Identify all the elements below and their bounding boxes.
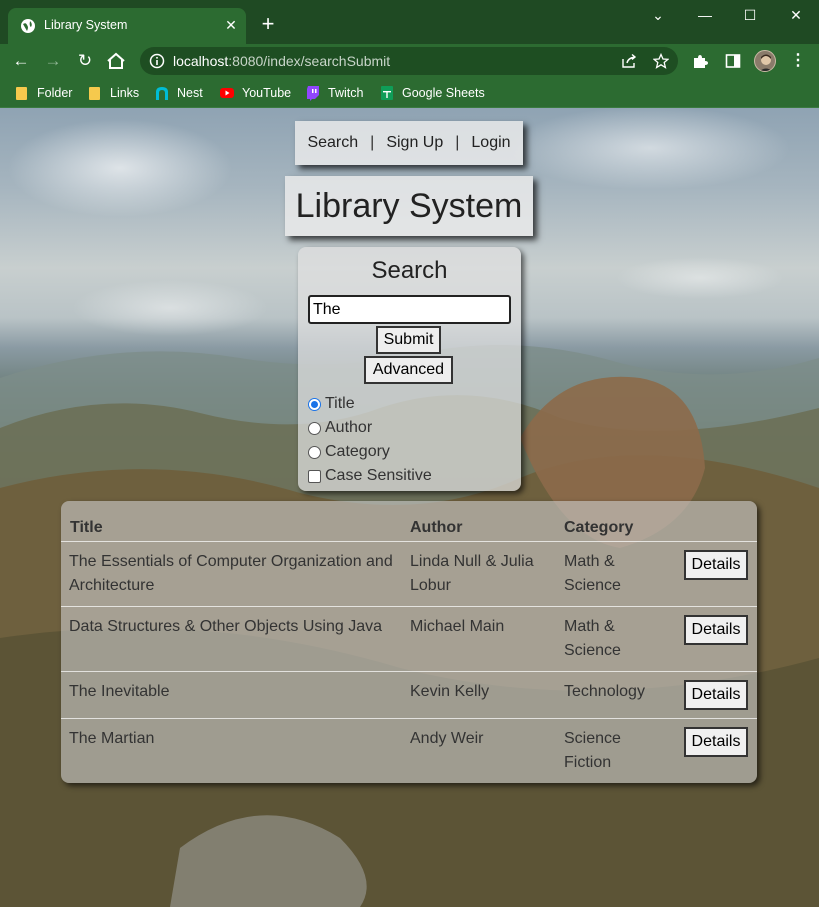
forward-arrow-icon[interactable]: →	[41, 50, 65, 72]
bookmark-label: Google Sheets	[402, 86, 485, 100]
search-by-category-option[interactable]: Category	[308, 442, 390, 462]
results-table: Title Author Category The Essentials of …	[61, 501, 757, 783]
bookmark-label: Folder	[37, 86, 73, 100]
sheets-icon	[381, 86, 393, 100]
title-radio-label: Title	[325, 395, 355, 412]
details-button[interactable]: Details	[684, 727, 748, 757]
row-title: The Inevitable	[69, 683, 170, 700]
tab-title: Library System	[44, 18, 128, 32]
bookmark-twitch[interactable]: Twitch	[305, 83, 363, 103]
tab-close-icon[interactable]: ✕	[222, 16, 240, 34]
folder-icon	[16, 87, 27, 100]
browser-titlebar: Library System ✕ + ⌄ — ☐ ✕	[0, 0, 819, 44]
case-sensitive-checkbox[interactable]	[308, 469, 321, 483]
row-author: Michael Main	[410, 618, 505, 635]
table-row: The Essentials of Computer Organization …	[61, 541, 757, 606]
bookmark-folder[interactable]: Folder	[14, 83, 72, 103]
bookmark-youtube[interactable]: YouTube	[219, 83, 291, 103]
page-title: Library System	[285, 176, 533, 236]
column-header-title: Title	[70, 519, 103, 536]
case-sensitive-option[interactable]: Case Sensitive	[308, 466, 432, 486]
menu-dots-icon[interactable]: ⋮	[788, 50, 808, 72]
row-author: Andy Weir	[410, 730, 484, 747]
url-path: :8080/index/searchSubmit	[228, 53, 391, 69]
bookmark-label: Twitch	[328, 86, 364, 100]
details-button[interactable]: Details	[684, 680, 748, 710]
category-radio[interactable]	[308, 445, 321, 459]
minimize-icon[interactable]: —	[690, 4, 720, 26]
row-title: The Martian	[69, 730, 155, 747]
close-window-icon[interactable]: ✕	[781, 4, 811, 26]
url-text: localhost:8080/index/searchSubmit	[173, 53, 390, 69]
bookmark-nest[interactable]: Nest	[154, 83, 203, 103]
row-author: Kevin Kelly	[410, 683, 490, 700]
search-input[interactable]: The	[308, 295, 511, 324]
profile-face-icon	[760, 54, 772, 71]
nav-separator: |	[370, 134, 375, 151]
search-panel-title: Search	[371, 257, 448, 284]
category-radio-label: Category	[325, 443, 390, 460]
home-icon[interactable]	[106, 52, 126, 70]
top-navigation: Search | Sign Up | Login	[295, 121, 523, 165]
bookmark-star-icon[interactable]	[653, 53, 669, 69]
back-arrow-icon[interactable]: ←	[9, 50, 33, 72]
search-by-author-option[interactable]: Author	[308, 418, 372, 438]
case-sensitive-label: Case Sensitive	[325, 467, 432, 484]
info-icon[interactable]	[149, 53, 165, 69]
column-header-category: Category	[564, 519, 634, 536]
tab-search-chevron-icon[interactable]: ⌄	[643, 4, 673, 26]
address-bar[interactable]: localhost:8080/index/searchSubmit	[140, 47, 678, 75]
profile-avatar[interactable]	[754, 50, 776, 72]
browser-tab[interactable]: Library System ✕	[8, 8, 246, 44]
column-header-author: Author	[410, 519, 463, 536]
page-background: Search | Sign Up | Login Library System …	[0, 108, 819, 907]
reload-icon[interactable]: ↻	[73, 50, 97, 72]
row-title: Data Structures & Other Objects Using Ja…	[69, 618, 383, 635]
folder-icon	[89, 87, 100, 100]
bookmarks-bar: Folder Links Nest YouTube Twitch Google …	[0, 78, 819, 108]
row-author: Linda Null & Julia Lobur	[410, 553, 534, 594]
nav-signup-link[interactable]: Sign Up	[386, 134, 443, 152]
bookmark-label: Nest	[177, 86, 203, 100]
share-icon[interactable]	[621, 53, 637, 69]
bookmark-links[interactable]: Links	[87, 83, 139, 103]
submit-button[interactable]: Submit	[376, 326, 441, 354]
twitch-icon	[307, 86, 319, 101]
nav-search-link[interactable]: Search	[307, 134, 358, 152]
bookmark-label: Links	[110, 86, 140, 100]
row-category: Technology	[564, 683, 645, 700]
bookmark-google-sheets[interactable]: Google Sheets	[379, 83, 485, 103]
table-row: The Martian Andy Weir Science Fiction De…	[61, 718, 757, 783]
row-title: The Essentials of Computer Organization …	[69, 553, 393, 594]
maximize-icon[interactable]: ☐	[735, 4, 765, 26]
row-category: Math & Science	[564, 553, 621, 594]
search-by-title-option[interactable]: Title	[308, 394, 355, 414]
browser-toolbar: ← → ↻ localhost:8080/index/searchSubmit …	[0, 44, 819, 78]
row-category: Math & Science	[564, 618, 621, 659]
nav-login-link[interactable]: Login	[471, 134, 510, 152]
title-radio[interactable]	[308, 397, 321, 411]
author-radio-label: Author	[325, 419, 373, 436]
youtube-icon	[220, 88, 234, 98]
row-category: Science Fiction	[564, 730, 621, 771]
table-row: The Inevitable Kevin Kelly Technology De…	[61, 671, 757, 718]
author-radio[interactable]	[308, 421, 321, 435]
new-tab-icon[interactable]: +	[258, 13, 278, 35]
table-row: Data Structures & Other Objects Using Ja…	[61, 606, 757, 671]
side-panel-icon[interactable]	[725, 53, 741, 69]
nav-separator: |	[455, 134, 460, 151]
url-host: localhost	[173, 53, 229, 69]
advanced-button[interactable]: Advanced	[364, 356, 453, 384]
bookmark-label: YouTube	[242, 86, 292, 100]
extensions-puzzle-icon[interactable]	[692, 53, 708, 69]
nest-icon	[156, 87, 168, 100]
details-button[interactable]: Details	[684, 550, 748, 580]
globe-icon	[21, 19, 35, 33]
details-button[interactable]: Details	[684, 615, 748, 645]
search-panel: Search The Submit Advanced Title Author …	[298, 247, 521, 491]
